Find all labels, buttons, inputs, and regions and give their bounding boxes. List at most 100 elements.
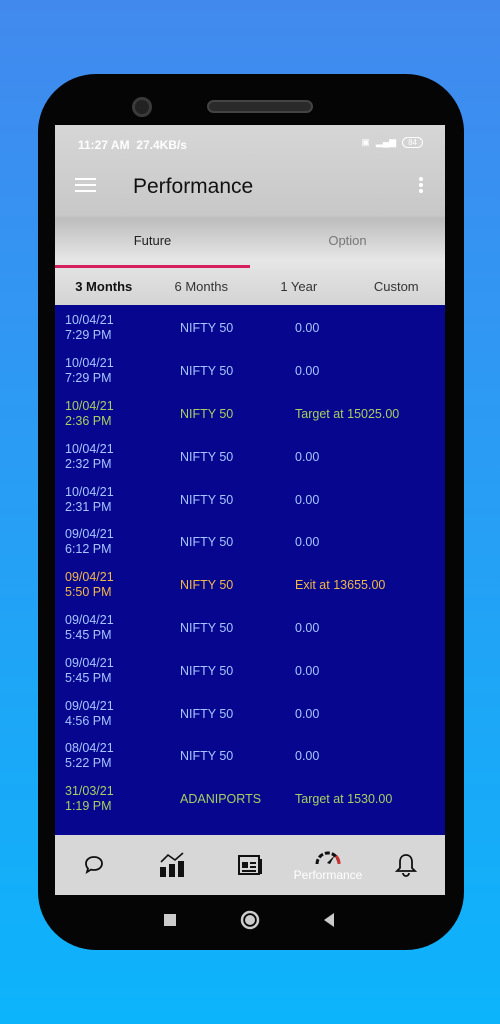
more-options-icon[interactable]: [419, 176, 423, 194]
list-item[interactable]: 09/04/21 5:45 PM NIFTY 50 0.00: [55, 607, 445, 650]
list-item[interactable]: 08/04/21 5:22 PM NIFTY 50 0.00: [55, 735, 445, 778]
row-datetime: 10/04/21 7:29 PM: [55, 313, 180, 343]
nav-notifications[interactable]: [367, 835, 445, 895]
list-item[interactable]: 10/04/21 2:32 PM NIFTY 50 0.00: [55, 435, 445, 478]
row-datetime: 31/03/21 1:19 PM: [55, 784, 180, 814]
row-symbol: NIFTY 50: [180, 535, 234, 550]
row-time: 7:29 PM: [65, 371, 112, 386]
row-date: 10/04/21: [65, 398, 114, 413]
row-datetime: 09/04/21 5:45 PM: [55, 656, 180, 686]
row-symbol: NIFTY 50: [180, 364, 234, 379]
speaker: [207, 100, 313, 113]
list-item[interactable]: 09/04/21 4:56 PM NIFTY 50 0.00: [55, 692, 445, 735]
row-symbol: NIFTY 50: [180, 578, 234, 593]
row-date: 09/04/21: [65, 698, 114, 713]
row-time: 6:12 PM: [65, 542, 112, 557]
row-result: 0.00: [295, 663, 320, 678]
row-result: Exit at 13655.00: [295, 578, 386, 593]
row-datetime: 09/04/21 5:45 PM: [55, 613, 180, 643]
row-date: 09/04/21: [65, 570, 114, 585]
home-button[interactable]: [235, 905, 265, 935]
list-item[interactable]: 10/04/21 2:31 PM NIFTY 50 0.00: [55, 478, 445, 521]
row-date: 10/04/21: [65, 441, 114, 456]
network-speed: 27.4KB/s: [136, 138, 187, 152]
back-button[interactable]: [314, 905, 344, 935]
row-date: 09/04/21: [65, 527, 114, 542]
row-date: 10/04/21: [65, 356, 114, 371]
row-date: 10/04/21: [65, 313, 114, 328]
row-datetime: 09/04/21 5:50 PM: [55, 570, 180, 600]
page-title: Performance: [133, 175, 254, 198]
row-datetime: 10/04/21 7:29 PM: [55, 356, 180, 386]
row-symbol: NIFTY 50: [180, 749, 234, 764]
row-result: 0.00: [295, 364, 320, 379]
row-date: 08/04/21: [65, 741, 114, 756]
row-date: 10/04/21: [65, 484, 114, 499]
row-datetime: 09/04/21 4:56 PM: [55, 699, 180, 729]
row-time: 5:45 PM: [65, 670, 112, 685]
row-time: 5:45 PM: [65, 627, 112, 642]
signal-icon: ▂▄▆: [375, 137, 397, 147]
tab-future[interactable]: Future: [55, 233, 250, 248]
row-symbol: NIFTY 50: [180, 406, 234, 421]
chat-icon: [85, 856, 103, 874]
row-time: 1:19 PM: [65, 799, 112, 814]
row-datetime: 10/04/21 2:36 PM: [55, 399, 180, 429]
row-datetime: 09/04/21 6:12 PM: [55, 527, 180, 557]
performance-list: 10/04/21 7:29 PM NIFTY 50 0.00 10/04/21 7:29 …: [55, 307, 445, 863]
row-result: 0.00: [295, 321, 320, 336]
row-datetime: 08/04/21 5:22 PM: [55, 741, 180, 771]
list-item[interactable]: 10/04/21 7:29 PM NIFTY 50 0.00: [55, 350, 445, 393]
nav-news[interactable]: [211, 835, 289, 895]
row-date: 09/04/21: [65, 655, 114, 670]
list-item[interactable]: 09/04/21 5:50 PM NIFTY 50 Exit at 13655.00: [55, 564, 445, 607]
row-date: 31/03/21: [65, 784, 114, 799]
sim-icon: ▣: [361, 137, 370, 147]
status-icons: ▣ ▂▄▆ 84: [361, 137, 423, 148]
row-result: 0.00: [295, 706, 320, 721]
row-datetime: 10/04/21 2:32 PM: [55, 442, 180, 472]
row-result: 0.00: [295, 620, 320, 635]
screen: 11:27 AM 27.4KB/s ▣ ▂▄▆ 84 Performance F…: [55, 125, 445, 895]
row-result: 0.00: [295, 535, 320, 550]
list-item[interactable]: 31/03/21 1:19 PM ADANIPORTS Target at 1530.…: [55, 778, 445, 821]
list-item[interactable]: 10/04/21 7:29 PM NIFTY 50 0.00: [55, 307, 445, 350]
list-item[interactable]: 09/04/21 5:45 PM NIFTY 50 0.00: [55, 649, 445, 692]
row-result: 0.00: [295, 449, 320, 464]
news-icon: [238, 855, 262, 875]
row-date: 09/04/21: [65, 612, 114, 627]
list-item[interactable]: 09/04/21 6:12 PM NIFTY 50 0.00: [55, 521, 445, 564]
nav-performance[interactable]: Performance: [289, 835, 367, 895]
row-time: 2:31 PM: [65, 499, 112, 514]
row-time: 7:29 PM: [65, 328, 112, 343]
row-time: 5:22 PM: [65, 756, 112, 771]
nav-chart[interactable]: [133, 835, 211, 895]
bottom-nav: Performance: [55, 835, 445, 895]
row-symbol: NIFTY 50: [180, 449, 234, 464]
row-result: 0.00: [295, 749, 320, 764]
period-6-months[interactable]: 6 Months: [153, 279, 251, 294]
row-symbol: NIFTY 50: [180, 706, 234, 721]
period-1-year[interactable]: 1 Year: [250, 279, 348, 294]
period-3-months[interactable]: 3 Months: [55, 279, 153, 294]
battery-icon: 84: [402, 137, 423, 148]
row-symbol: NIFTY 50: [180, 492, 234, 507]
tab-option[interactable]: Option: [250, 233, 445, 248]
nav-chat[interactable]: [55, 835, 133, 895]
row-symbol: NIFTY 50: [180, 620, 234, 635]
row-datetime: 10/04/21 2:31 PM: [55, 485, 180, 515]
row-symbol: ADANIPORTS: [180, 792, 262, 807]
nav-performance-label: Performance: [293, 868, 363, 882]
status-bar: 11:27 AM 27.4KB/s: [78, 138, 187, 152]
app-header: 11:27 AM 27.4KB/s ▣ ▂▄▆ 84 Performance F…: [55, 125, 445, 305]
menu-icon[interactable]: [75, 178, 96, 192]
row-time: 2:36 PM: [65, 413, 112, 428]
row-result: 0.00: [295, 492, 320, 507]
list-item[interactable]: 10/04/21 2:36 PM NIFTY 50 Target at 15025.0…: [55, 393, 445, 436]
period-custom[interactable]: Custom: [348, 279, 446, 294]
speedometer-icon: [315, 851, 341, 865]
recent-apps-button[interactable]: [155, 905, 185, 935]
row-time: 5:50 PM: [65, 585, 112, 600]
period-selector: 3 Months 6 Months 1 Year Custom: [55, 268, 445, 305]
row-time: 2:32 PM: [65, 456, 112, 471]
